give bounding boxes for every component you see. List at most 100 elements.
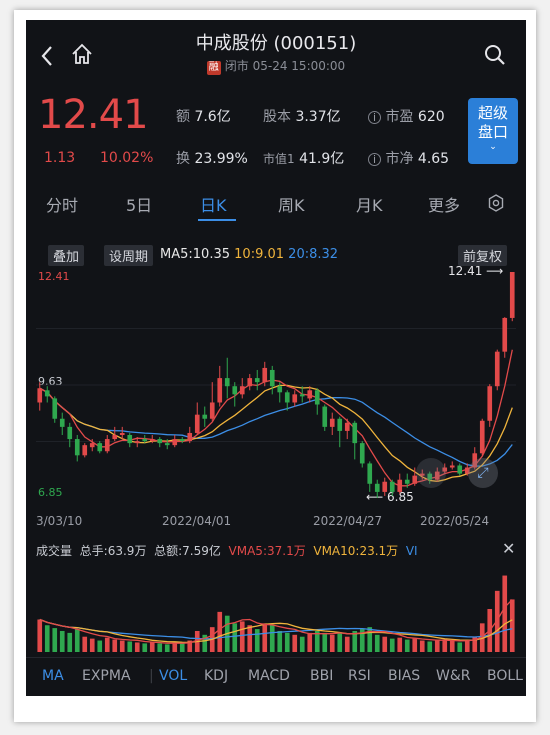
tab-macd[interactable]: MACD xyxy=(248,668,290,684)
candle-body xyxy=(479,420,485,454)
candle-body xyxy=(232,386,238,395)
candle-body xyxy=(149,439,155,442)
stock-title: 中成股份 (000151) xyxy=(195,33,357,54)
volume-bar xyxy=(134,642,140,652)
tab-kdj[interactable]: KDJ xyxy=(204,668,228,684)
tab-daily-k[interactable]: 日K xyxy=(200,192,227,216)
candle-body xyxy=(172,439,178,446)
tab-weekly-k[interactable]: 周K xyxy=(278,192,305,216)
candle-body xyxy=(179,439,185,442)
volume-header: 成交量 总手:63.9万 总额:7.59亿 VMA5:37.1万 VMA10:2… xyxy=(36,544,418,558)
candle-body xyxy=(142,439,148,442)
volume-bar xyxy=(299,636,305,652)
super-orderbook-button[interactable]: 超级 盘口 ⌄ xyxy=(468,98,518,164)
candle-body xyxy=(487,386,493,421)
stat-pe: i 市盈 620 xyxy=(368,106,445,126)
volume-bar xyxy=(464,640,470,652)
tab-wr[interactable]: W&R xyxy=(436,668,471,684)
volume-bar xyxy=(142,643,148,652)
volume-bar xyxy=(232,623,238,652)
ma20-line xyxy=(39,387,513,467)
settings-icon[interactable] xyxy=(487,194,505,212)
volume-bar xyxy=(284,632,290,652)
candle-body xyxy=(352,422,358,444)
volume-bar xyxy=(119,640,125,652)
tab-ma[interactable]: MA xyxy=(42,668,64,684)
volume-bar xyxy=(442,639,448,652)
margin-badge: 融 xyxy=(206,61,221,75)
volume-bar xyxy=(239,621,245,652)
volume-bar xyxy=(179,643,185,652)
volume-bar xyxy=(292,634,298,652)
tab-rsi[interactable]: RSI xyxy=(348,668,371,684)
indicator-tabs: MA EXPMA | VOL KDJ MACD BBI RSI BIAS W&R… xyxy=(26,668,526,688)
volume-bar xyxy=(82,636,88,652)
candle-body xyxy=(284,392,290,403)
volume-bar xyxy=(262,623,268,652)
tab-monthly-k[interactable]: 月K xyxy=(356,192,383,216)
volume-bar xyxy=(269,625,275,652)
candle-body xyxy=(224,378,230,387)
volume-bar xyxy=(397,637,403,652)
stat-pb: i 市净 4.65 xyxy=(368,148,449,168)
close-volume-icon[interactable]: ✕ xyxy=(502,539,515,558)
volume-bar xyxy=(277,630,283,652)
candle-body xyxy=(322,406,328,427)
tab-expma[interactable]: EXPMA xyxy=(82,668,131,684)
tab-more[interactable]: 更多 xyxy=(428,192,460,216)
volume-bar xyxy=(382,636,388,652)
candle-body xyxy=(344,422,350,431)
volume-bar xyxy=(329,634,335,652)
search-icon[interactable] xyxy=(484,44,506,66)
candle-body xyxy=(404,479,410,484)
candle-body xyxy=(74,439,80,456)
price-change: 1.13 xyxy=(44,150,76,166)
stat-market-cap: 市值1 41.9亿 xyxy=(263,151,345,167)
volume-bar xyxy=(247,625,253,652)
candle-body xyxy=(254,378,260,383)
volume-bar xyxy=(502,575,508,652)
candle-body xyxy=(247,378,253,387)
candle-body xyxy=(329,418,335,427)
vma5-line xyxy=(39,599,513,644)
candle-body xyxy=(269,369,275,387)
candle-body xyxy=(374,483,380,492)
volume-bar xyxy=(509,599,515,652)
volume-bar xyxy=(434,640,440,652)
volume-bar xyxy=(89,638,95,652)
volume-bar xyxy=(37,619,43,652)
tab-bbi[interactable]: BBI xyxy=(310,668,333,684)
volume-bar xyxy=(172,642,178,652)
candle-body xyxy=(337,418,343,431)
date-label-start: 3/03/10 xyxy=(36,514,83,528)
candle-body xyxy=(209,402,215,419)
volume-bar xyxy=(74,629,80,652)
volume-bar xyxy=(157,643,163,652)
tab-bias[interactable]: BIAS xyxy=(388,668,420,684)
volume-chart[interactable] xyxy=(36,562,516,654)
tab-vol[interactable]: VOL xyxy=(159,668,187,684)
candle-body xyxy=(292,394,298,403)
candle-body xyxy=(44,390,50,397)
indicator-divider xyxy=(26,657,526,658)
market-status-text: 闭市 05-24 15:00:00 xyxy=(224,59,346,73)
candle-body xyxy=(367,463,373,484)
tab-5day[interactable]: 5日 xyxy=(126,192,152,216)
candle-body xyxy=(449,465,455,468)
volume-bar xyxy=(44,625,50,652)
candle-body xyxy=(262,367,268,383)
stat-amount: 额 7.6亿 xyxy=(176,109,231,125)
vma20-line xyxy=(39,618,513,640)
tab-intraday[interactable]: 分时 xyxy=(46,192,78,216)
chart-zoom-control[interactable] xyxy=(416,458,446,488)
date-label-apr27: 2022/04/27 xyxy=(313,514,383,528)
tab-boll[interactable]: BOLL xyxy=(487,668,523,684)
date-label-may24: 2022/05/24 xyxy=(420,514,490,528)
candle-body xyxy=(239,386,245,395)
candle-body xyxy=(299,394,305,397)
expand-chart-button[interactable]: ⤢ xyxy=(468,458,498,488)
candle-body xyxy=(187,432,193,442)
expand-icon: ⤢ xyxy=(477,465,489,481)
volume-bar xyxy=(449,640,455,652)
candle-body xyxy=(164,443,170,446)
